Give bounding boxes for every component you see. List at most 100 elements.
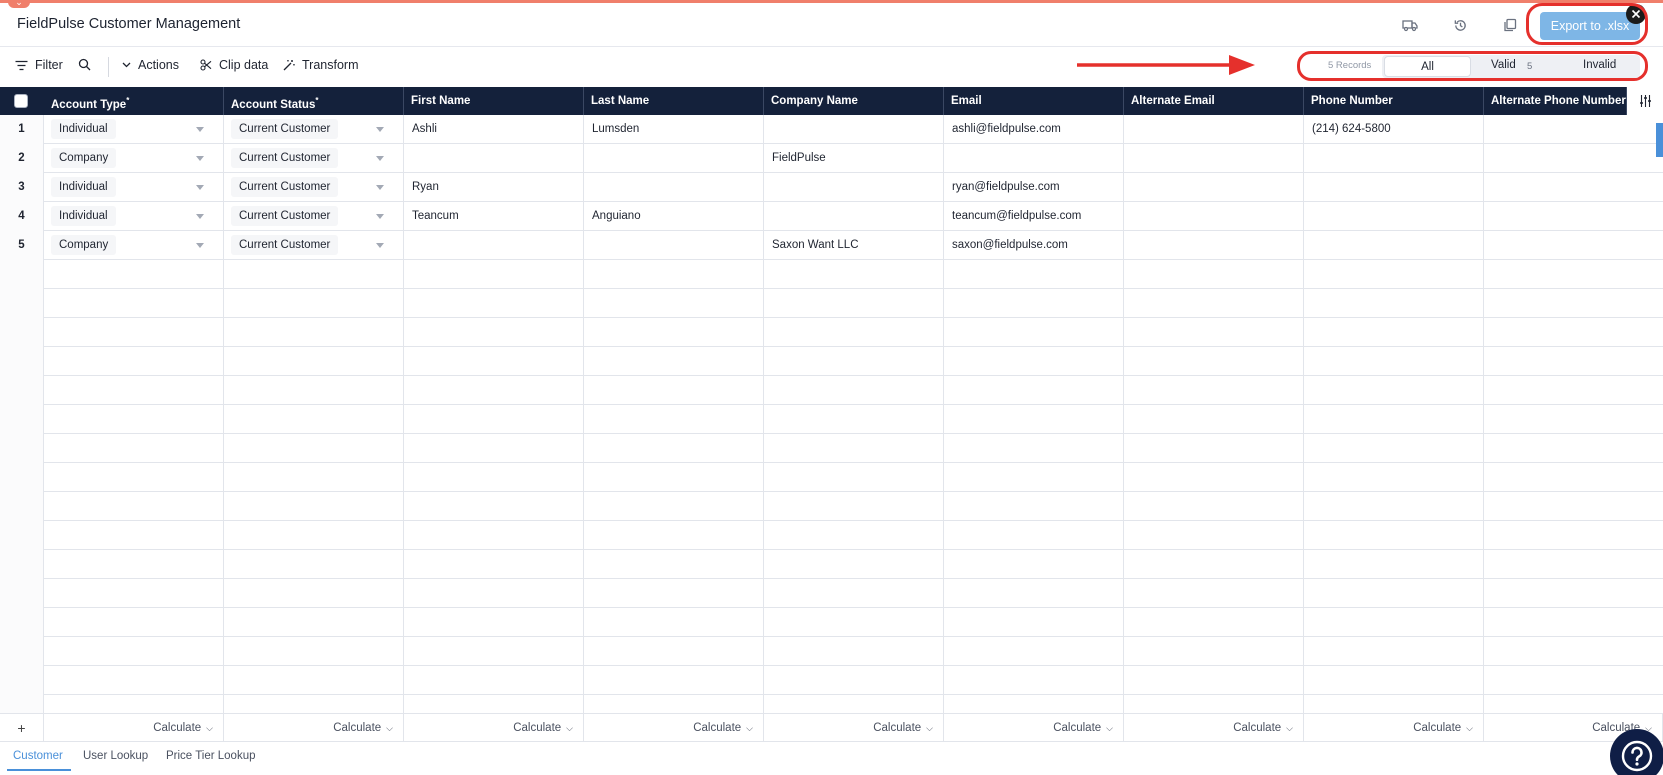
cell-account-status[interactable]: Current Customer: [224, 144, 404, 173]
cell-account-type[interactable]: [44, 666, 224, 695]
cell-alternate-phone-number[interactable]: [1484, 260, 1663, 289]
row-number[interactable]: 1: [0, 115, 44, 144]
cell-alternate-phone-number[interactable]: [1484, 202, 1663, 231]
cell-company-name[interactable]: [764, 463, 944, 492]
cell-select-value[interactable]: Current Customer: [231, 177, 339, 197]
cell-account-status[interactable]: Current Customer: [224, 202, 404, 231]
calculate-dropdown-account-type[interactable]: Calculate ⌵: [44, 714, 224, 742]
cell-company-name[interactable]: [764, 579, 944, 608]
cell-company-name[interactable]: [764, 521, 944, 550]
cell-phone-number[interactable]: [1304, 202, 1484, 231]
cell-account-type[interactable]: [44, 521, 224, 550]
segment-invalid[interactable]: Invalid: [1583, 59, 1616, 71]
cell-company-name[interactable]: [764, 260, 944, 289]
cell-first-name[interactable]: Teancum: [404, 202, 584, 231]
cell-alternate-email[interactable]: [1124, 260, 1304, 289]
cell-account-status[interactable]: [224, 608, 404, 637]
calculate-dropdown-company-name[interactable]: Calculate ⌵: [764, 714, 944, 742]
cell-select-value[interactable]: Company: [51, 235, 117, 255]
cell-last-name[interactable]: [584, 347, 764, 376]
select-all-checkbox[interactable]: [14, 94, 28, 108]
cell-first-name[interactable]: [404, 492, 584, 521]
cell-email[interactable]: [944, 666, 1124, 695]
cell-select-value[interactable]: Current Customer: [231, 235, 339, 255]
cell-phone-number[interactable]: [1304, 463, 1484, 492]
cell-select-value[interactable]: Individual: [51, 177, 116, 197]
cell-phone-number[interactable]: [1304, 434, 1484, 463]
cell-select-value[interactable]: Company: [51, 148, 117, 168]
cell-last-name[interactable]: [584, 376, 764, 405]
cell-account-status[interactable]: Current Customer: [224, 231, 404, 260]
cell-alternate-phone-number[interactable]: [1484, 115, 1663, 144]
help-button[interactable]: [1610, 729, 1663, 775]
cell-account-type[interactable]: [44, 434, 224, 463]
cell-phone-number[interactable]: [1304, 550, 1484, 579]
cell-account-type[interactable]: [44, 463, 224, 492]
cell-alternate-phone-number[interactable]: [1484, 637, 1663, 666]
cell-email[interactable]: ashli@fieldpulse.com: [944, 115, 1124, 144]
cell-alternate-phone-number[interactable]: [1484, 608, 1663, 637]
chevron-down-icon[interactable]: [376, 185, 384, 190]
cell-last-name[interactable]: Lumsden: [584, 115, 764, 144]
cell-first-name[interactable]: [404, 550, 584, 579]
cell-alternate-email[interactable]: [1124, 550, 1304, 579]
row-number[interactable]: 5: [0, 231, 44, 260]
cell-alternate-email[interactable]: [1124, 463, 1304, 492]
chevron-down-icon[interactable]: [196, 127, 204, 132]
cell-alternate-phone-number[interactable]: [1484, 289, 1663, 318]
row-number[interactable]: [0, 521, 44, 550]
row-number[interactable]: [0, 289, 44, 318]
cell-company-name[interactable]: [764, 173, 944, 202]
cell-account-type[interactable]: [44, 492, 224, 521]
cell-alternate-email[interactable]: [1124, 579, 1304, 608]
cell-phone-number[interactable]: [1304, 637, 1484, 666]
cell-email[interactable]: [944, 289, 1124, 318]
cell-alternate-phone-number[interactable]: [1484, 231, 1663, 260]
cell-first-name[interactable]: [404, 405, 584, 434]
cell-last-name[interactable]: [584, 260, 764, 289]
cell-email[interactable]: [944, 144, 1124, 173]
cell-last-name[interactable]: [584, 231, 764, 260]
cell-phone-number[interactable]: (214) 624-5800: [1304, 115, 1484, 144]
row-number[interactable]: [0, 376, 44, 405]
row-number[interactable]: [0, 637, 44, 666]
cell-account-type[interactable]: [44, 608, 224, 637]
cell-account-type[interactable]: [44, 637, 224, 666]
segment-valid[interactable]: Valid: [1491, 59, 1516, 71]
chevron-down-icon[interactable]: [196, 214, 204, 219]
row-number[interactable]: [0, 492, 44, 521]
cell-last-name[interactable]: [584, 666, 764, 695]
cell-account-type[interactable]: [44, 579, 224, 608]
cell-first-name[interactable]: [404, 521, 584, 550]
cell-company-name[interactable]: [764, 318, 944, 347]
cell-phone-number[interactable]: [1304, 376, 1484, 405]
history-icon[interactable]: [1450, 15, 1470, 35]
actions-button[interactable]: Actions: [122, 58, 179, 72]
cell-account-status[interactable]: [224, 579, 404, 608]
cell-company-name[interactable]: FieldPulse: [764, 144, 944, 173]
cell-account-status[interactable]: [224, 550, 404, 579]
cell-company-name[interactable]: [764, 492, 944, 521]
cell-alternate-phone-number[interactable]: [1484, 173, 1663, 202]
cell-first-name[interactable]: Ryan: [404, 173, 584, 202]
row-number[interactable]: 4: [0, 202, 44, 231]
calculate-dropdown-phone-number[interactable]: Calculate ⌵: [1304, 714, 1484, 742]
column-header-last-name[interactable]: Last Name: [584, 87, 764, 115]
cell-alternate-email[interactable]: [1124, 608, 1304, 637]
cell-last-name[interactable]: [584, 492, 764, 521]
cell-alternate-phone-number[interactable]: [1484, 347, 1663, 376]
add-row-button[interactable]: +: [0, 714, 44, 742]
cell-account-type[interactable]: [44, 347, 224, 376]
cell-account-type[interactable]: Individual: [44, 115, 224, 144]
cell-alternate-email[interactable]: [1124, 637, 1304, 666]
export-xlsx-button[interactable]: Export to .xlsx: [1540, 12, 1640, 40]
copy-icon[interactable]: [1500, 15, 1520, 35]
cell-alternate-email[interactable]: [1124, 289, 1304, 318]
cell-alternate-phone-number[interactable]: [1484, 376, 1663, 405]
cell-phone-number[interactable]: [1304, 405, 1484, 434]
cell-last-name[interactable]: [584, 637, 764, 666]
cell-last-name[interactable]: [584, 434, 764, 463]
cell-company-name[interactable]: [764, 405, 944, 434]
cell-alternate-email[interactable]: [1124, 405, 1304, 434]
tab-customer[interactable]: Customer: [13, 750, 63, 762]
